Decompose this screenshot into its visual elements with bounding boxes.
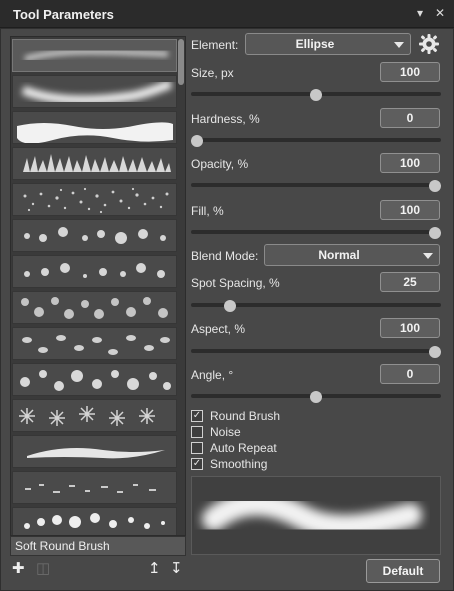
size-input[interactable]: 100 — [380, 62, 440, 82]
blend-mode-label: Blend Mode: — [191, 249, 259, 263]
soft-stroke-thumbnail — [24, 48, 169, 62]
preset-wavy-band[interactable] — [12, 111, 177, 144]
spheres-thumbnail — [24, 227, 166, 244]
selected-brush-name: Soft Round Brush — [10, 536, 186, 556]
slider-knob[interactable] — [310, 89, 322, 101]
size-slider[interactable] — [191, 89, 441, 101]
chevron-down-icon — [394, 42, 404, 48]
speckle-thumbnail — [23, 187, 169, 214]
trash-icon[interactable]: ◫ — [36, 561, 50, 576]
opacity-input[interactable]: 100 — [380, 153, 440, 173]
angle-slider[interactable] — [191, 391, 441, 403]
plus-icon[interactable]: ✚ — [12, 561, 25, 576]
slider-track — [191, 230, 441, 234]
preset-spheres[interactable] — [12, 219, 177, 252]
blend-mode-dropdown[interactable]: Normal — [264, 244, 440, 266]
hardness-label: Hardness, % — [191, 112, 260, 126]
slider-knob[interactable] — [429, 227, 441, 239]
chevron-down-icon[interactable]: ▾ — [417, 6, 423, 20]
aspect-label: Aspect, % — [191, 322, 246, 336]
noise-label: Noise — [210, 425, 241, 439]
brush-list-scrollbar[interactable] — [178, 39, 184, 535]
brush-preview-stroke — [202, 491, 422, 539]
chevron-down-icon — [423, 253, 433, 259]
preset-grass[interactable] — [12, 147, 177, 180]
aspect-input[interactable]: 100 — [380, 318, 440, 338]
slider-knob[interactable] — [429, 346, 441, 358]
bubbles-thumbnail — [24, 513, 165, 529]
scrollbar-thumb[interactable] — [178, 39, 184, 85]
hearts-thumbnail — [20, 370, 171, 391]
snowflakes-thumbnail — [19, 406, 155, 426]
preset-bubbles[interactable] — [12, 507, 177, 535]
opacity-label: Opacity, % — [191, 157, 249, 171]
close-icon[interactable]: ✕ — [435, 6, 445, 20]
brush-preset-list[interactable] — [10, 36, 186, 536]
smoothing-label: Smoothing — [210, 457, 268, 471]
flowers-thumbnail — [21, 297, 168, 319]
slider-knob[interactable] — [310, 391, 322, 403]
opacity-slider[interactable] — [191, 180, 441, 192]
element-label: Element: — [191, 38, 239, 52]
download-icon[interactable]: ↧ — [170, 561, 183, 576]
preset-spheres-small[interactable] — [12, 255, 177, 288]
preset-leaves[interactable] — [12, 327, 177, 360]
angle-label: Angle, ° — [191, 368, 234, 382]
spot-spacing-input[interactable]: 25 — [380, 272, 440, 292]
fill-input[interactable]: 100 — [380, 200, 440, 220]
panel-title: Tool Parameters — [13, 7, 114, 22]
preset-snowflakes[interactable] — [12, 399, 177, 432]
spot-spacing-label: Spot Spacing, % — [191, 276, 280, 290]
auto-repeat-label: Auto Repeat — [210, 441, 277, 455]
slider-knob[interactable] — [429, 180, 441, 192]
noise-checkbox[interactable] — [191, 426, 203, 438]
gear-icon[interactable] — [418, 33, 440, 55]
leaves-thumbnail — [22, 335, 170, 355]
hardness-input[interactable]: 0 — [380, 108, 440, 128]
title-bar: Tool Parameters ▾ ✕ — [0, 0, 454, 28]
upload-icon[interactable]: ↥ — [148, 561, 161, 576]
auto-repeat-checkbox[interactable] — [191, 442, 203, 454]
preset-hearts[interactable] — [12, 363, 177, 396]
sparks-thumbnail — [25, 484, 156, 493]
aspect-slider[interactable] — [191, 346, 441, 358]
preset-flowers[interactable] — [12, 291, 177, 324]
slider-track — [191, 138, 441, 142]
slider-track — [191, 349, 441, 353]
default-button[interactable]: Default — [366, 559, 440, 583]
element-dropdown[interactable]: Ellipse — [245, 33, 411, 55]
slider-knob[interactable] — [191, 135, 203, 147]
fill-label: Fill, % — [191, 204, 224, 218]
fill-slider[interactable] — [191, 227, 441, 239]
size-label: Size, px — [191, 66, 234, 80]
spheres-small-thumbnail — [24, 263, 165, 278]
element-value: Ellipse — [295, 37, 335, 51]
preset-sparks[interactable] — [12, 471, 177, 504]
ribbon-thumbnail — [27, 448, 165, 459]
blend-mode-value: Normal — [318, 248, 360, 262]
spot-spacing-slider[interactable] — [191, 300, 441, 312]
brush-preview — [191, 476, 441, 555]
soft-round-stroke-thumbnail — [21, 79, 173, 105]
preset-ribbon[interactable] — [12, 435, 177, 468]
angle-input[interactable]: 0 — [380, 364, 440, 384]
smoothing-checkbox[interactable]: ✓ — [191, 458, 203, 470]
preset-speckle[interactable] — [12, 183, 177, 216]
slider-track — [191, 183, 441, 187]
wavy-band-thumbnail — [17, 122, 173, 143]
round-brush-label: Round Brush — [210, 409, 281, 423]
hardness-slider[interactable] — [191, 135, 441, 147]
round-brush-checkbox[interactable]: ✓ — [191, 410, 203, 422]
preset-soft-round-stroke[interactable] — [12, 75, 177, 108]
preset-soft-stroke[interactable] — [12, 39, 177, 72]
grass-thumbnail — [23, 154, 171, 172]
